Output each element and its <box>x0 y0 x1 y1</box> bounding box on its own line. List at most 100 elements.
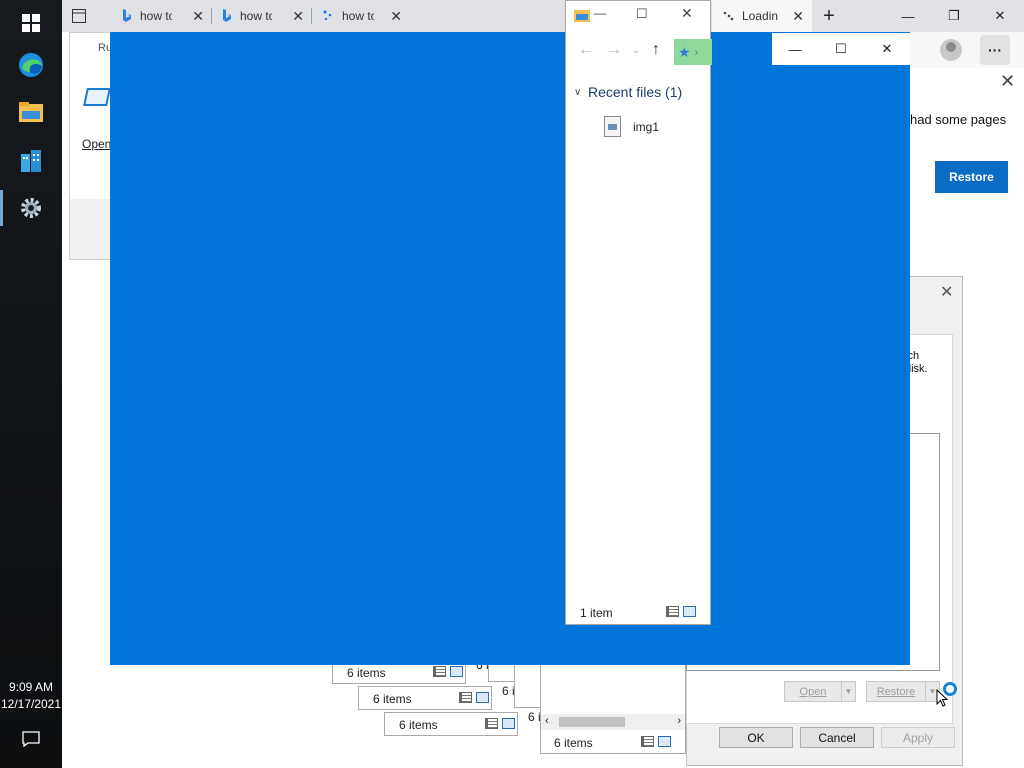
tab-close-icon[interactable]: ✕ <box>390 8 402 25</box>
tab-actions-button[interactable] <box>62 0 112 32</box>
edge-icon <box>19 53 43 77</box>
details-view-icon[interactable] <box>459 692 472 703</box>
run-open-label: Open <box>82 137 112 151</box>
quick-access-breadcrumb[interactable]: ★ › <box>674 39 712 65</box>
close-button[interactable]: ✕ <box>977 0 1023 32</box>
browser-tab-2[interactable]: how to ✕ <box>212 0 312 32</box>
explorer-status-bar-3: 6 items <box>384 712 518 736</box>
thumbnail-view-icon[interactable] <box>658 736 671 747</box>
explorer-window-recent-files[interactable]: — ☐ ✕ ← → ⌄ ↑ ★ › ∨ Recent files (1) img… <box>565 0 712 625</box>
minimize-button[interactable]: — <box>772 33 818 65</box>
taskbar: 9:09 AM 12/17/2021 <box>0 0 62 768</box>
open-version-button: Open ▼ <box>784 681 856 702</box>
tab-actions-icon <box>72 9 86 23</box>
close-button[interactable]: ✕ <box>864 33 910 65</box>
forward-arrow-icon[interactable]: → <box>606 41 622 59</box>
blue-overlay-window <box>110 32 910 665</box>
taskbar-edge[interactable] <box>0 42 62 88</box>
back-arrow-icon[interactable]: ← <box>578 41 594 59</box>
restore-version-label: Restore <box>876 685 916 698</box>
browser-tab-3[interactable]: how to ✕ <box>312 0 410 32</box>
close-icon[interactable]: ✕ <box>1000 71 1015 92</box>
run-icon <box>83 88 111 106</box>
recent-files-header[interactable]: Recent files (1) <box>588 84 682 100</box>
taskbar-app[interactable] <box>0 137 62 183</box>
start-button[interactable] <box>0 0 62 46</box>
thumbnail-view-icon[interactable] <box>683 606 696 617</box>
close-icon[interactable]: ✕ <box>681 5 693 22</box>
minimize-button[interactable]: — <box>885 0 931 32</box>
bing-icon <box>123 9 131 22</box>
close-icon[interactable]: ✕ <box>940 282 953 302</box>
notification-icon <box>22 731 40 747</box>
windows-start-icon <box>22 14 40 32</box>
apply-button: Apply <box>881 727 955 748</box>
browser-tab-1[interactable]: how to ✕ <box>112 0 212 32</box>
tab-title: how to <box>140 9 172 23</box>
status-items: 6 items <box>347 666 386 680</box>
notification-button[interactable] <box>0 716 62 762</box>
file-name[interactable]: img1 <box>633 120 659 134</box>
chevron-down-icon[interactable]: ∨ <box>574 87 581 98</box>
thumbnail-view-icon[interactable] <box>502 718 515 729</box>
chevron-down-icon: ▼ <box>841 682 855 701</box>
details-view-icon[interactable] <box>433 666 446 677</box>
tab-title: how to <box>342 9 374 23</box>
run-dialog-footer <box>70 199 115 259</box>
cancel-button[interactable]: Cancel <box>800 727 874 748</box>
browser-toolbar-right: ··· <box>910 32 1024 68</box>
status-items: 6 items <box>554 736 593 750</box>
more-menu-button[interactable]: ··· <box>980 35 1010 65</box>
new-tab-button[interactable]: + <box>812 0 846 32</box>
buildings-app-icon <box>21 150 41 172</box>
open-version-label: Open <box>799 685 827 698</box>
maximize-button[interactable]: ☐ <box>818 33 864 65</box>
loading-dots-icon <box>323 10 332 21</box>
loading-window-titlebar: — ☐ ✕ <box>772 33 910 65</box>
status-items: 6 items <box>373 692 412 706</box>
bing-icon <box>223 9 231 22</box>
tab-close-icon[interactable]: ✕ <box>192 8 204 25</box>
details-view-icon[interactable] <box>666 606 679 617</box>
gear-icon <box>21 198 41 218</box>
status-items: 6 i <box>528 710 541 724</box>
chevron-right-icon: › <box>694 46 698 58</box>
busy-spinner-icon <box>943 682 957 696</box>
taskbar-settings[interactable] <box>0 185 62 231</box>
ok-button[interactable]: OK <box>719 727 793 748</box>
tab-close-icon[interactable]: ✕ <box>292 8 304 25</box>
navigation-bar: ← → ⌄ ↑ ★ › <box>566 34 712 68</box>
status-items: 6 i <box>502 684 515 698</box>
file-explorer-icon <box>19 102 43 122</box>
status-items: 6 items <box>399 718 438 732</box>
clock-date[interactable]: 12/17/2021 <box>0 697 62 711</box>
thumbnail-view-icon[interactable] <box>450 666 463 677</box>
window-title: — <box>594 6 606 20</box>
explorer-status-bar-2: 6 items <box>358 686 492 710</box>
recent-locations-icon[interactable]: ⌄ <box>632 45 640 56</box>
tab-close-icon[interactable]: ✕ <box>792 8 804 25</box>
file-explorer-icon <box>574 10 590 22</box>
maximize-button[interactable]: ❐ <box>931 0 977 32</box>
status-items: 1 item <box>580 606 613 620</box>
restore-banner-text: had some pages <box>910 112 1007 127</box>
details-view-icon[interactable] <box>485 718 498 729</box>
horizontal-scrollbar[interactable]: ‹ › <box>541 714 685 730</box>
clock-time[interactable]: 9:09 AM <box>0 680 62 694</box>
profile-avatar[interactable] <box>940 39 962 61</box>
restore-version-button: Restore ▼ <box>866 681 940 702</box>
browser-tab-4-active[interactable]: Loadin ✕ <box>712 0 812 32</box>
tab-title: how to <box>240 9 272 23</box>
thumbnail-view-icon[interactable] <box>476 692 489 703</box>
up-arrow-icon[interactable]: ↑ <box>652 41 660 59</box>
taskbar-file-explorer[interactable] <box>0 89 62 135</box>
details-view-icon[interactable] <box>641 736 654 747</box>
browser-tab-strip: how to ✕ how to ✕ how to ✕ Loadin ✕ + — … <box>62 0 1024 32</box>
star-icon: ★ <box>678 43 691 60</box>
image-file-icon[interactable] <box>604 116 621 137</box>
restore-pages-button[interactable]: Restore <box>935 161 1008 193</box>
loading-dots-icon <box>723 11 734 21</box>
run-dialog: Ru Open <box>69 32 115 260</box>
maximize-icon[interactable]: ☐ <box>636 6 648 22</box>
tab-title: Loadin <box>742 9 779 23</box>
